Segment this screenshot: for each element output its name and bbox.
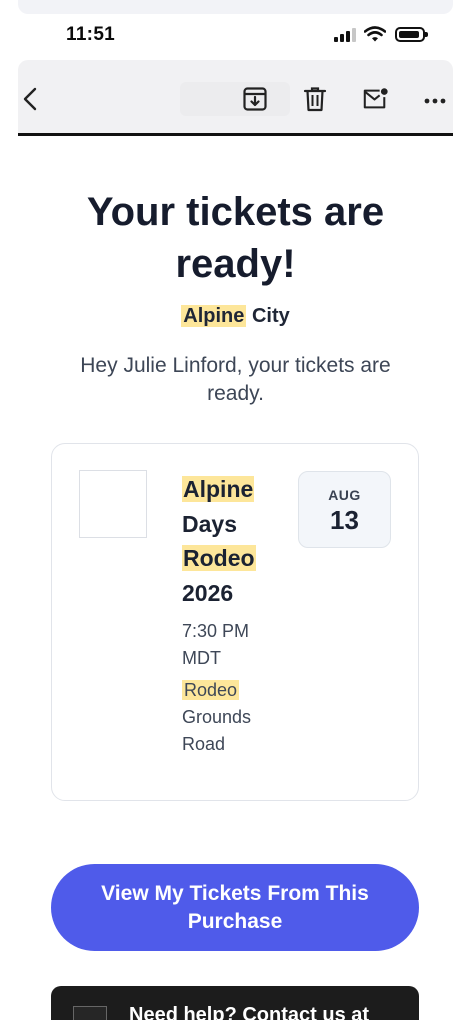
mail-toolbar — [18, 60, 453, 136]
help-banner: Need help? Contact us at — [51, 986, 419, 1020]
status-time: 11:51 — [66, 24, 116, 45]
event-venue: Rodeo Grounds Road — [182, 677, 292, 758]
cellular-signal-icon — [334, 28, 358, 42]
toolbar-background-shape — [180, 82, 290, 116]
date-badge: AUG 13 — [298, 471, 391, 548]
more-horizontal-icon — [424, 98, 446, 104]
chevron-left-icon — [23, 87, 37, 111]
battery-icon — [395, 27, 428, 42]
wifi-icon — [363, 26, 387, 42]
help-text[interactable]: Need help? Contact us at — [129, 1004, 369, 1020]
status-bar-strip — [18, 0, 453, 14]
event-name-word: Rodeo — [182, 545, 256, 571]
status-bar: 11:51 — [0, 0, 471, 62]
ticket-card: Alpine Days Rodeo 2026 7:30 PM MDT Rodeo… — [51, 443, 419, 801]
date-month: AUG — [328, 487, 361, 503]
mark-unread-button[interactable] — [362, 86, 390, 112]
view-tickets-button[interactable]: View My Tickets From This Purchase — [51, 864, 419, 951]
event-name: Alpine Days Rodeo 2026 — [182, 472, 282, 610]
mail-unread-icon — [363, 88, 388, 109]
delete-button[interactable] — [302, 86, 328, 112]
event-name-word: Alpine — [182, 476, 255, 502]
back-button[interactable] — [18, 86, 44, 112]
venue-rest: Grounds Road — [182, 707, 252, 754]
archive-icon — [243, 87, 267, 111]
more-button[interactable] — [423, 86, 449, 112]
greeting-text: Hey Julie Linford, your tickets are read… — [80, 354, 391, 405]
organization-line: Alpine City — [40, 305, 431, 328]
trash-icon — [303, 87, 327, 112]
email-headline: Your tickets are ready! — [86, 190, 385, 286]
event-name-word: Days — [182, 510, 237, 537]
event-image-placeholder — [79, 470, 147, 538]
event-time: 7:30 PM MDT — [182, 621, 250, 668]
organization-highlight: Alpine — [181, 305, 247, 327]
date-day: 13 — [330, 505, 359, 535]
event-name-word: 2026 — [182, 579, 234, 606]
archive-button[interactable] — [242, 86, 268, 112]
venue-highlight: Rodeo — [182, 680, 240, 700]
help-icon — [73, 1006, 107, 1020]
organization-rest: City — [246, 305, 290, 327]
